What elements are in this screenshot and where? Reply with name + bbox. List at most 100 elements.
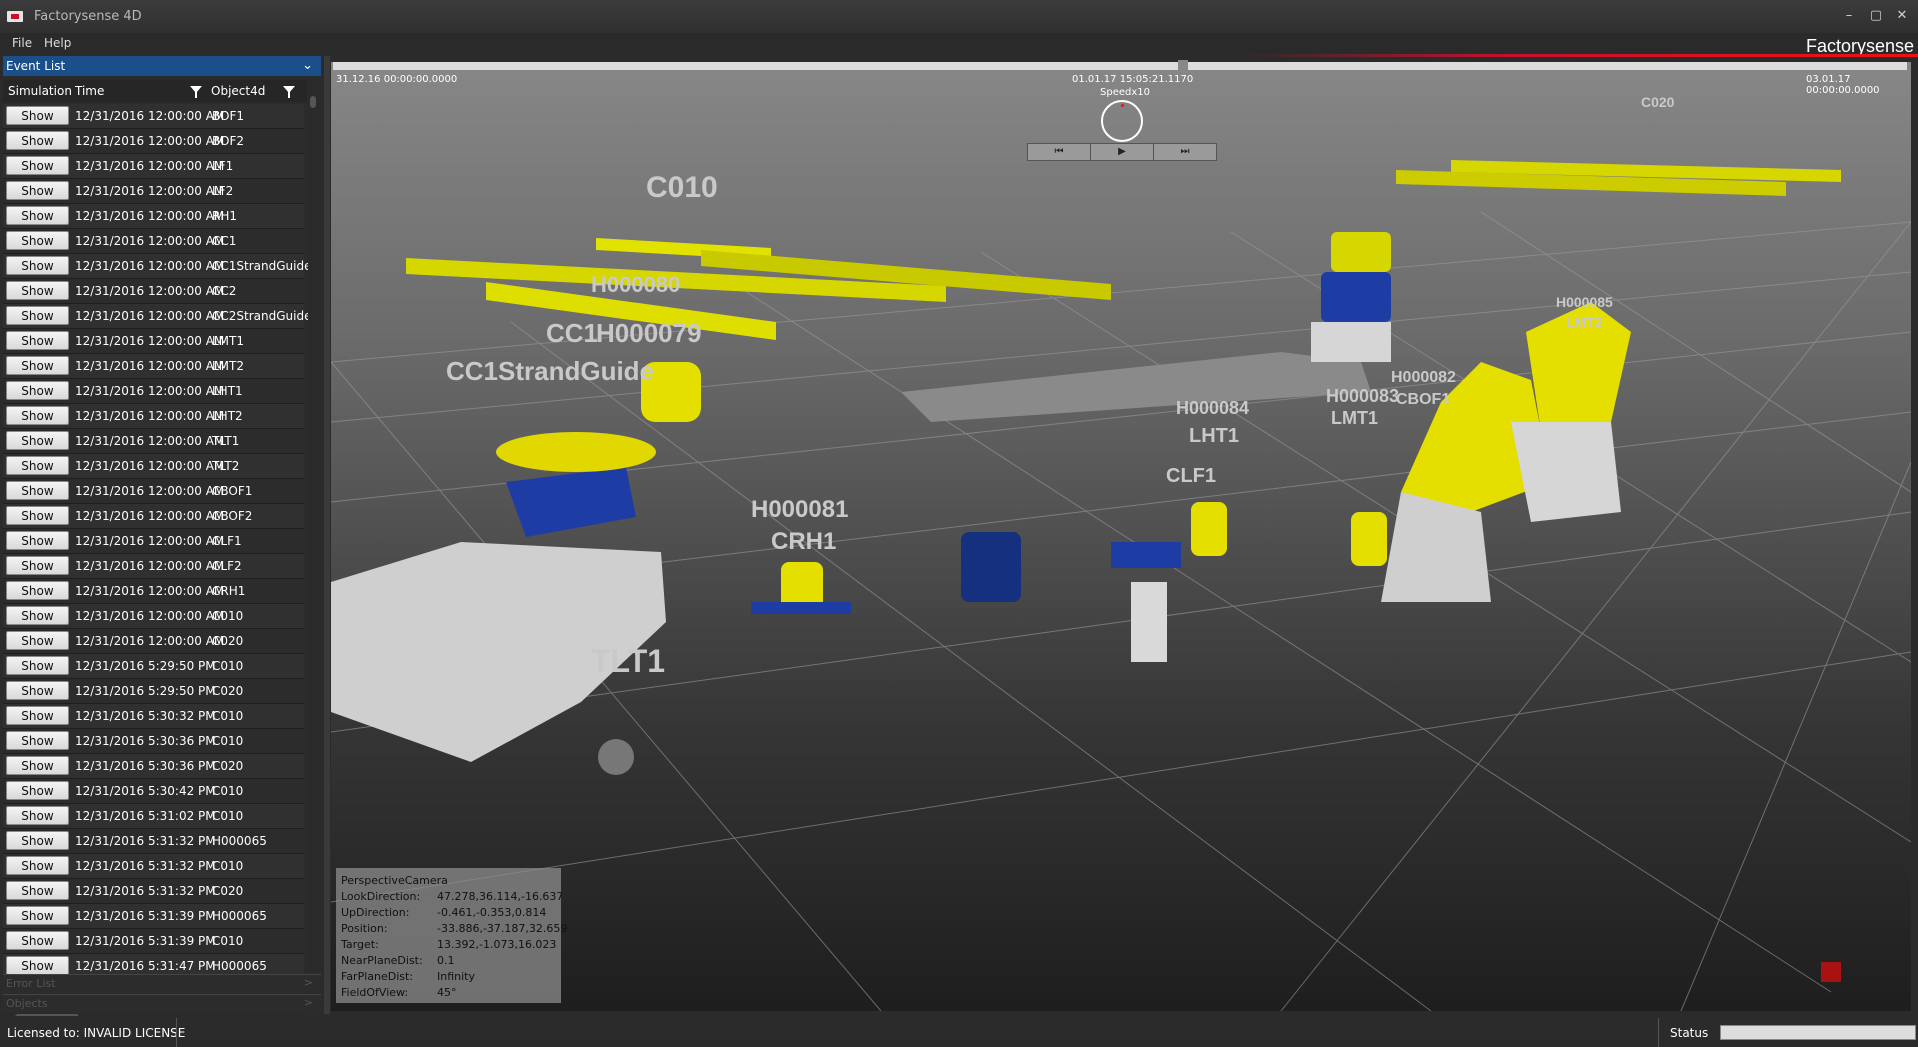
event-object: C010: [212, 934, 244, 948]
event-object: BOF2: [212, 134, 245, 148]
show-button[interactable]: Show: [6, 956, 69, 975]
show-button[interactable]: Show: [6, 931, 69, 950]
show-button[interactable]: Show: [6, 606, 69, 625]
show-button[interactable]: Show: [6, 581, 69, 600]
show-button[interactable]: Show: [6, 906, 69, 925]
objects-panel-title: Objects: [6, 997, 48, 1010]
show-button[interactable]: Show: [6, 256, 69, 275]
event-time: 12/31/2016 12:00:00 AM: [75, 109, 225, 123]
table-row: Show 12/31/2016 5:31:39 PM H000065: [3, 904, 304, 929]
status-label: Status: [1670, 1026, 1709, 1040]
object-filter-icon[interactable]: [283, 86, 295, 98]
event-object: TLT2: [212, 459, 240, 473]
event-object: C010: [212, 659, 244, 673]
event-time: 12/31/2016 5:30:32 PM: [75, 709, 216, 723]
show-button[interactable]: Show: [6, 531, 69, 550]
show-button[interactable]: Show: [6, 656, 69, 675]
table-row: Show 12/31/2016 12:00:00 AM CC1: [3, 229, 304, 254]
event-time: 12/31/2016 5:31:39 PM: [75, 934, 216, 948]
status-progress-bar: [1720, 1025, 1916, 1040]
table-row: Show 12/31/2016 12:00:00 AM CC1StrandGuide: [3, 254, 311, 279]
event-time: 12/31/2016 12:00:00 AM: [75, 459, 225, 473]
show-button[interactable]: Show: [6, 231, 69, 250]
event-object: C020: [212, 759, 244, 773]
event-object: CLF1: [212, 534, 242, 548]
error-list-panel[interactable]: Error List >: [3, 974, 321, 993]
show-button[interactable]: Show: [6, 431, 69, 450]
show-button[interactable]: Show: [6, 131, 69, 150]
label-h000083: H000083: [1326, 386, 1399, 406]
show-button[interactable]: Show: [6, 206, 69, 225]
timeline-knob[interactable]: [1178, 60, 1188, 72]
close-button[interactable]: ✕: [1891, 6, 1913, 26]
show-button[interactable]: Show: [6, 556, 69, 575]
show-button[interactable]: Show: [6, 406, 69, 425]
event-object: C010: [212, 859, 244, 873]
speed-dial[interactable]: [1101, 100, 1143, 142]
timeline-slider[interactable]: [333, 60, 1907, 72]
event-list-header[interactable]: Event List ⌄: [3, 56, 321, 76]
3d-scene: C010 H000080 CC1 H000079 CC1StrandGuide …: [331, 94, 1911, 1011]
event-object: C010: [212, 809, 244, 823]
show-button[interactable]: Show: [6, 156, 69, 175]
next-button[interactable]: ⏭: [1153, 143, 1217, 161]
event-object: LMT2: [212, 359, 245, 373]
label-cbof1: CBOF1: [1396, 391, 1450, 408]
show-button[interactable]: Show: [6, 281, 69, 300]
scrollbar-thumb[interactable]: [310, 96, 316, 108]
show-button[interactable]: Show: [6, 856, 69, 875]
show-button[interactable]: Show: [6, 631, 69, 650]
time-filter-icon[interactable]: [190, 86, 202, 98]
table-row: Show 12/31/2016 12:00:00 AM BOF1: [3, 104, 304, 129]
show-button[interactable]: Show: [6, 181, 69, 200]
camera-label: FarPlaneDist:: [341, 970, 414, 983]
show-button[interactable]: Show: [6, 806, 69, 825]
event-time: 12/31/2016 12:00:00 AM: [75, 509, 225, 523]
show-button[interactable]: Show: [6, 881, 69, 900]
previous-button[interactable]: ⏮: [1027, 143, 1091, 161]
show-button[interactable]: Show: [6, 456, 69, 475]
column-object[interactable]: Object4d: [211, 84, 265, 98]
show-button[interactable]: Show: [6, 106, 69, 125]
show-button[interactable]: Show: [6, 481, 69, 500]
table-row: Show 12/31/2016 12:00:00 AM CC2: [3, 279, 304, 304]
table-row: Show 12/31/2016 12:00:00 AM RH1: [3, 204, 304, 229]
minimize-button[interactable]: –: [1838, 6, 1860, 26]
show-button[interactable]: Show: [6, 731, 69, 750]
table-row: Show 12/31/2016 5:31:32 PM C020: [3, 879, 304, 904]
event-time: 12/31/2016 5:30:36 PM: [75, 734, 216, 748]
table-row: Show 12/31/2016 12:00:00 AM LHT1: [3, 379, 304, 404]
column-simulation[interactable]: Simulation: [8, 84, 72, 98]
show-button[interactable]: Show: [6, 331, 69, 350]
event-object: LHT1: [212, 384, 243, 398]
table-row: Show 12/31/2016 12:00:00 AM BOF2: [3, 129, 304, 154]
menu-help[interactable]: Help: [44, 36, 71, 50]
play-button[interactable]: ▶: [1090, 143, 1154, 161]
show-button[interactable]: Show: [6, 756, 69, 775]
3d-viewport[interactable]: C010 H000080 CC1 H000079 CC1StrandGuide …: [331, 62, 1911, 1011]
event-time: 12/31/2016 12:00:00 AM: [75, 609, 225, 623]
show-button[interactable]: Show: [6, 781, 69, 800]
show-button[interactable]: Show: [6, 831, 69, 850]
show-button[interactable]: Show: [6, 706, 69, 725]
camera-value: 0.1: [437, 954, 455, 967]
event-object: CBOF2: [212, 509, 253, 523]
label-lmt1: LMT1: [1331, 408, 1378, 428]
maximize-button[interactable]: ▢: [1865, 6, 1887, 26]
objects-panel[interactable]: Objects >: [3, 994, 321, 1013]
event-list-rows: Show 12/31/2016 12:00:00 AM BOF1 Show 12/31/…: [3, 104, 311, 979]
chevron-down-icon[interactable]: ⌄: [302, 56, 313, 76]
show-button[interactable]: Show: [6, 381, 69, 400]
event-time: 12/31/2016 12:00:00 AM: [75, 284, 225, 298]
show-button[interactable]: Show: [6, 681, 69, 700]
table-row: Show 12/31/2016 12:00:00 AM TLT2: [3, 454, 304, 479]
label-h000084: H000084: [1176, 398, 1249, 418]
panel-splitter[interactable]: [324, 56, 330, 1014]
show-button[interactable]: Show: [6, 306, 69, 325]
event-list-vertical-scrollbar[interactable]: [308, 80, 318, 1010]
show-button[interactable]: Show: [6, 356, 69, 375]
column-time[interactable]: Time: [75, 84, 104, 98]
status-bar: Licensed to: INVALID LICENSE Status: [0, 1016, 1918, 1047]
show-button[interactable]: Show: [6, 506, 69, 525]
menu-file[interactable]: File: [12, 36, 32, 50]
